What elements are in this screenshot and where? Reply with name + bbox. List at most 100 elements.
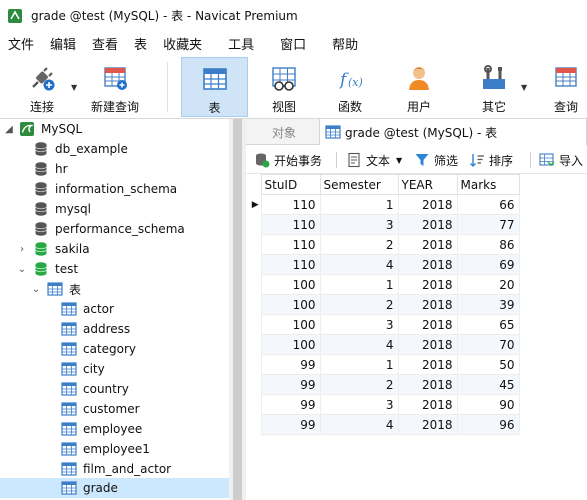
menu-edit[interactable]: 编辑 [42,34,84,53]
tab-grade-table[interactable]: grade @test (MySQL) - 表 [319,119,587,145]
tree-table-employee[interactable]: employee [0,419,229,439]
tree-table-film_and_actor[interactable]: film_and_actor [0,459,229,479]
current-row-indicator-icon[interactable]: ▶ [250,194,261,215]
tree-table-address[interactable]: address [0,319,229,339]
table-row[interactable]: 99 2 2018 45 [250,374,520,395]
connect-dropdown-icon[interactable]: ▼ [71,83,77,92]
scrollbar-thumb[interactable] [233,119,242,500]
expand-chevron-icon[interactable]: › [17,244,27,255]
table-cell[interactable]: 2018 [397,194,458,215]
table-cell[interactable]: 2 [319,294,399,315]
table-cell[interactable]: 3 [319,314,399,335]
tree-connection-mysql[interactable]: ◢ MySQL [0,119,229,139]
tab-objects[interactable]: 对象 [272,119,296,145]
tree-db-hr[interactable]: hr [0,159,229,179]
table-cell[interactable]: 4 [319,334,399,355]
other-dropdown-icon[interactable]: ▼ [521,83,527,92]
table-cell[interactable]: 70 [456,334,520,355]
column-header-marks[interactable]: Marks [456,174,520,195]
row-indicator[interactable] [250,374,261,395]
text-button[interactable]: 文本 ▼ [346,150,402,170]
table-cell[interactable]: 96 [456,414,520,435]
table-cell[interactable]: 99 [260,354,321,375]
table-cell[interactable]: 4 [319,414,399,435]
menu-file[interactable]: 文件 [0,34,42,53]
table-row[interactable]: 99 4 2018 96 [250,414,520,435]
table-cell[interactable]: 86 [456,234,520,255]
menu-tools[interactable]: 工具 [220,34,262,53]
row-indicator[interactable] [250,334,261,355]
tree-table-grade[interactable]: grade [0,478,229,498]
query-button[interactable]: 查询 [541,57,587,117]
tree-table-country[interactable]: country [0,379,229,399]
table-cell[interactable]: 66 [456,194,520,215]
table-cell[interactable]: 2018 [397,254,458,275]
table-cell[interactable]: 2 [319,374,399,395]
function-button[interactable]: f (x) 函数 [323,57,377,117]
table-cell[interactable]: 1 [319,194,399,215]
table-cell[interactable]: 2018 [397,274,458,295]
table-cell[interactable]: 110 [260,234,321,255]
column-header-stuid[interactable]: StuID [260,174,321,195]
tree-table-city[interactable]: city [0,359,229,379]
collapse-chevron-icon[interactable]: ◢ [4,124,14,135]
table-row[interactable]: 100 2 2018 39 [250,294,520,315]
table-button[interactable]: 表 [181,57,248,117]
table-cell[interactable]: 2018 [397,314,458,335]
table-row[interactable]: 100 1 2018 20 [250,274,520,295]
text-dropdown-icon[interactable]: ▼ [396,156,402,165]
table-cell[interactable]: 2018 [397,394,458,415]
tree-table-actor[interactable]: actor [0,299,229,319]
table-cell[interactable]: 1 [319,274,399,295]
table-cell[interactable]: 99 [260,414,321,435]
tree-table-category[interactable]: category [0,339,229,359]
table-cell[interactable]: 3 [319,214,399,235]
collapse-chevron-icon[interactable]: ⌄ [17,264,27,275]
row-indicator[interactable] [250,214,261,235]
row-indicator[interactable] [250,234,261,255]
table-cell[interactable]: 45 [456,374,520,395]
table-cell[interactable]: 110 [260,214,321,235]
row-indicator[interactable] [250,414,261,435]
table-cell[interactable]: 2018 [397,354,458,375]
table-cell[interactable]: 39 [456,294,520,315]
table-row[interactable]: 100 3 2018 65 [250,314,520,335]
table-cell[interactable]: 2018 [397,214,458,235]
tree-db-performance_schema[interactable]: performance_schema [0,219,229,239]
column-header-semester[interactable]: Semester [319,174,399,195]
table-cell[interactable]: 100 [260,334,321,355]
table-cell[interactable]: 100 [260,274,321,295]
table-cell[interactable]: 2 [319,234,399,255]
table-cell[interactable]: 77 [456,214,520,235]
table-cell[interactable]: 2018 [397,334,458,355]
sort-button[interactable]: 排序 [469,150,513,170]
table-cell[interactable]: 100 [260,294,321,315]
table-row[interactable]: 110 2 2018 86 [250,234,520,255]
table-cell[interactable]: 4 [319,254,399,275]
table-row[interactable]: 110 3 2018 77 [250,214,520,235]
table-cell[interactable]: 2018 [397,374,458,395]
tree-db-test[interactable]: ⌄ test [0,259,229,279]
tree-db-sakila[interactable]: › sakila [0,239,229,259]
navigator-scrollbar[interactable] [229,119,246,500]
tree-table-employee1[interactable]: employee1 [0,439,229,459]
other-button[interactable]: 其它 [467,57,521,117]
row-indicator[interactable] [250,354,261,375]
table-cell[interactable]: 110 [260,254,321,275]
new-query-button[interactable]: 新建查询 [84,57,146,117]
tree-db-information_schema[interactable]: information_schema [0,179,229,199]
row-indicator[interactable] [250,274,261,295]
table-cell[interactable]: 2018 [397,234,458,255]
view-button[interactable]: 视图 [257,57,311,117]
table-cell[interactable]: 2018 [397,294,458,315]
table-cell[interactable]: 110 [260,194,321,215]
table-row[interactable]: ▶ 110 1 2018 66 [250,194,520,215]
table-cell[interactable]: 99 [260,394,321,415]
connect-button[interactable]: 连接 [14,57,70,117]
import-button[interactable]: 导入 [539,150,583,170]
collapse-chevron-icon[interactable]: ⌄ [31,284,41,295]
tree-db-db_example[interactable]: db_example [0,139,229,159]
table-row[interactable]: 99 1 2018 50 [250,354,520,375]
menu-favorites[interactable]: 收藏夹 [155,34,210,53]
table-cell[interactable]: 90 [456,394,520,415]
